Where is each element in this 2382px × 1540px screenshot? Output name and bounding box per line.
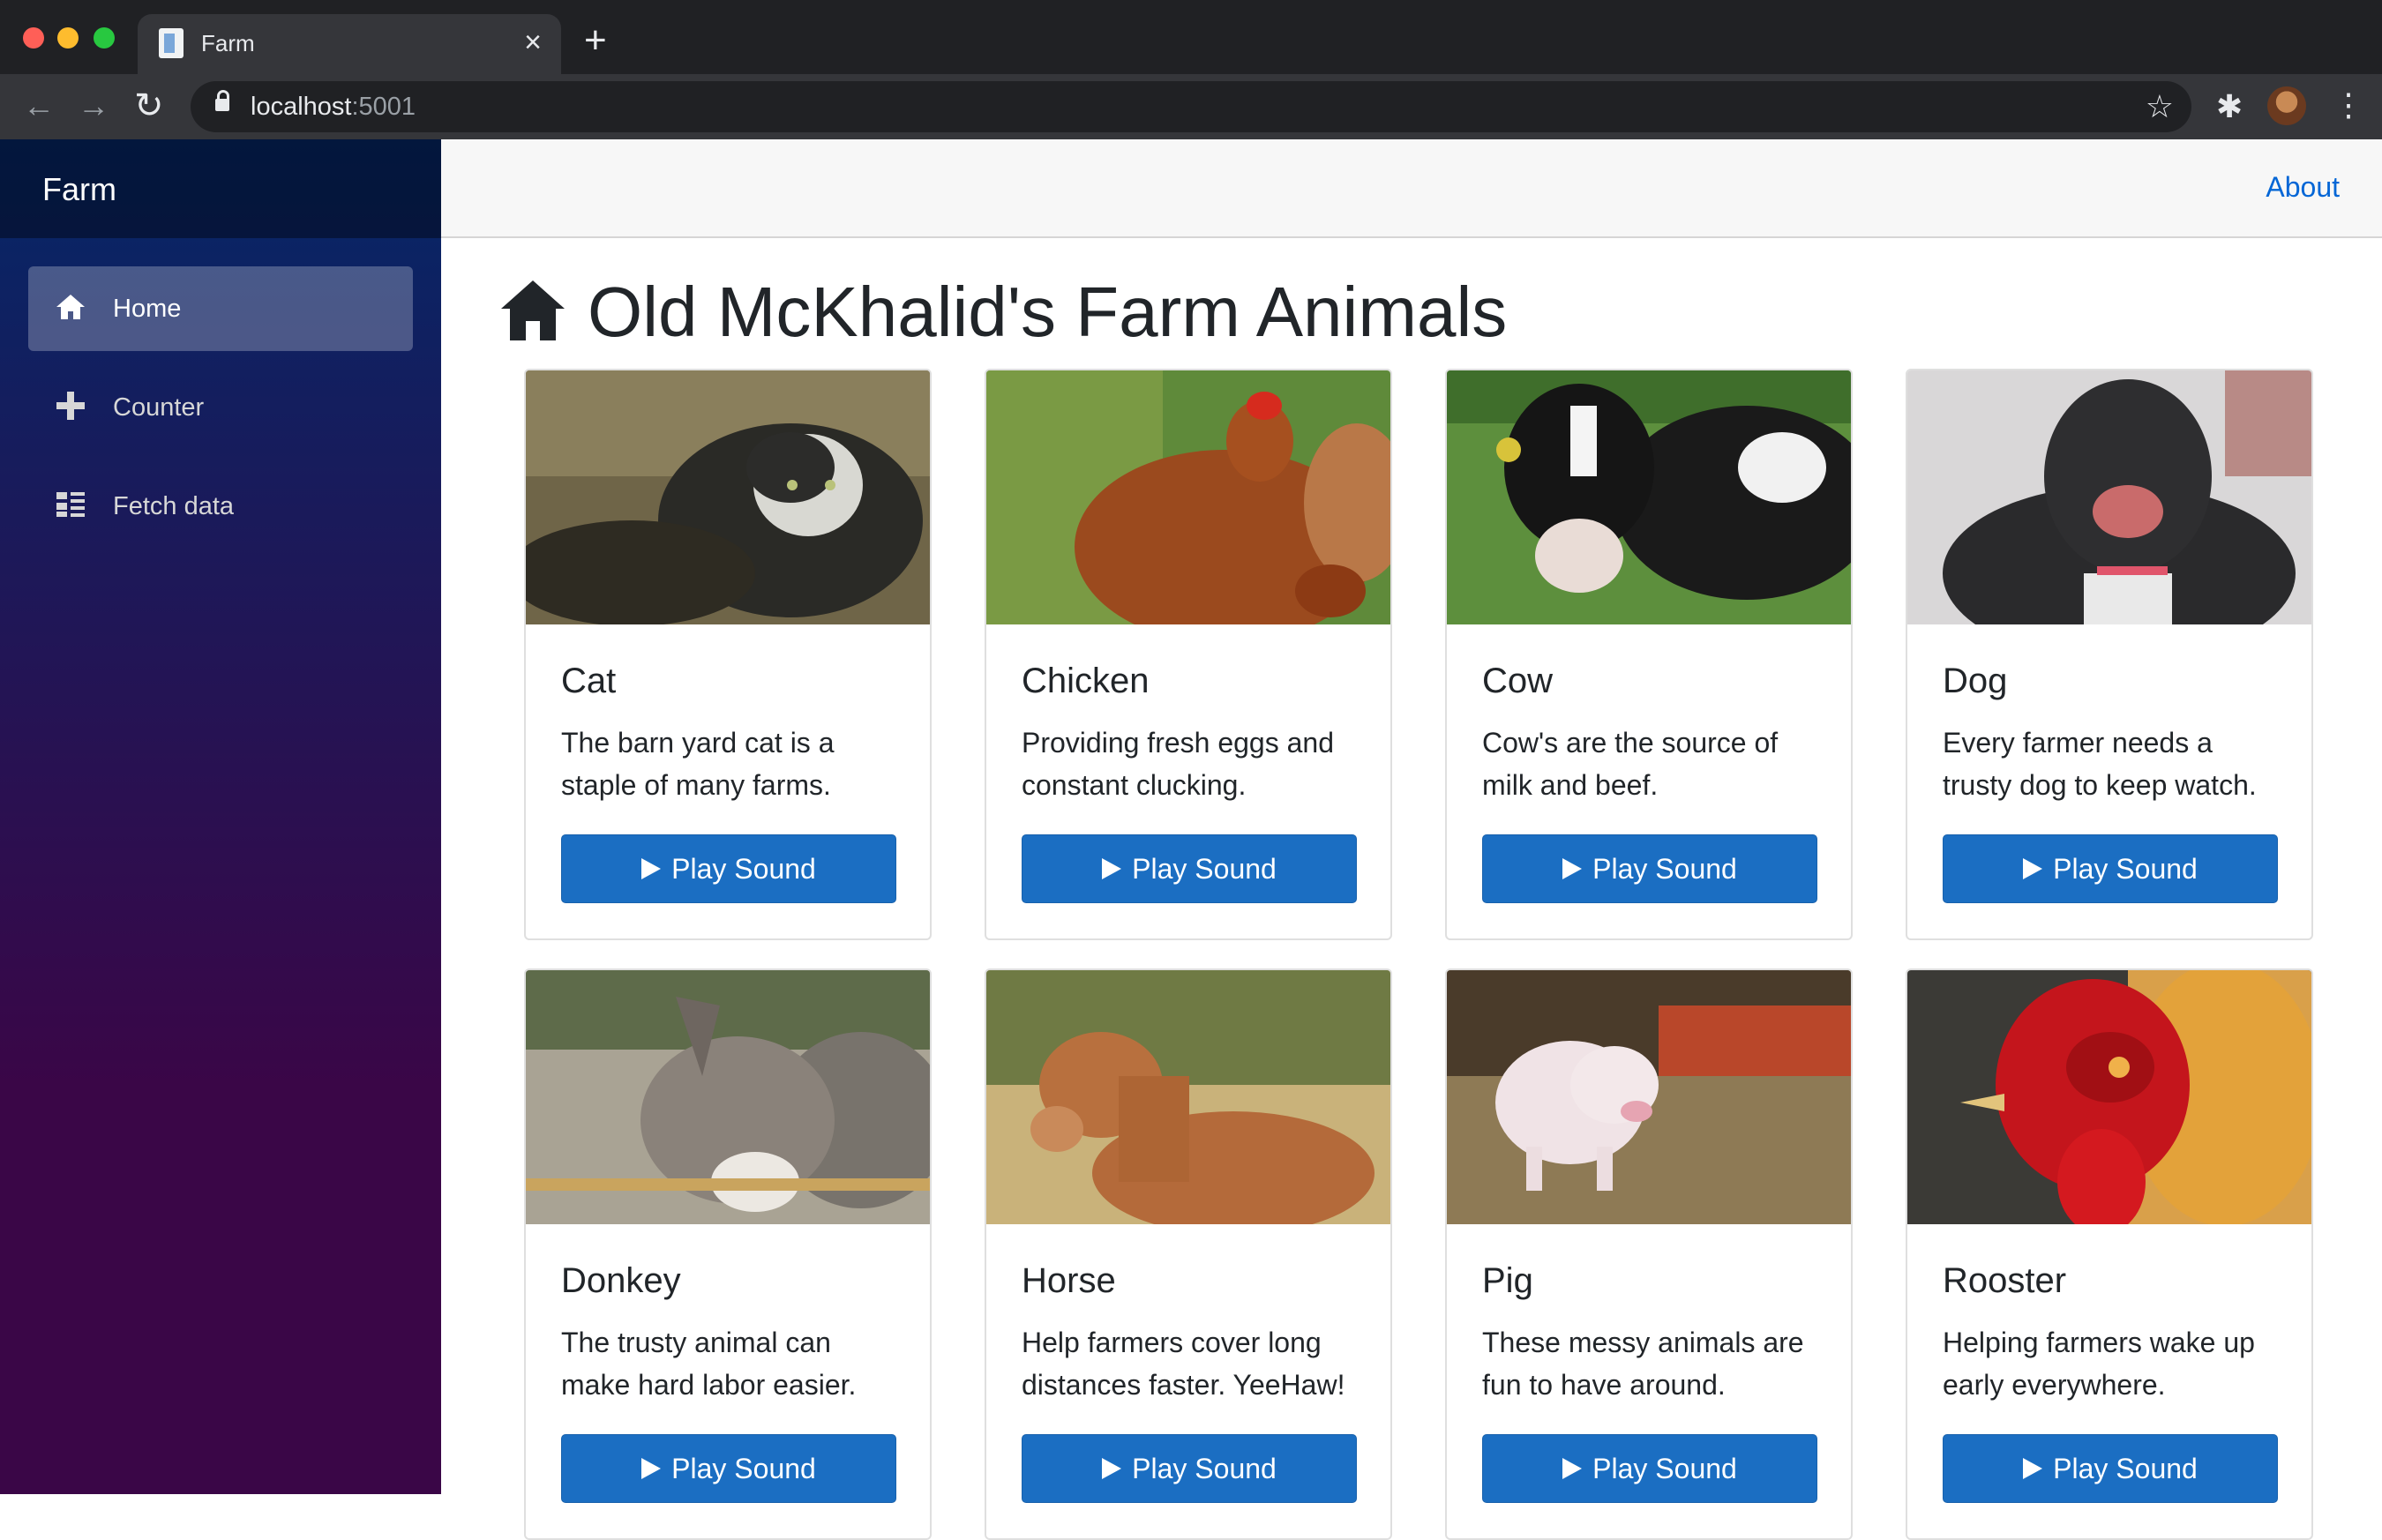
lock-icon[interactable] — [215, 90, 229, 111]
top-row: About — [441, 139, 2382, 238]
card-title: Rooster — [1943, 1261, 2067, 1300]
back-arrow-icon[interactable]: ← — [23, 85, 55, 127]
play-icon — [641, 1458, 662, 1479]
address-bar[interactable]: localhost:5001 ☆ — [191, 81, 2191, 132]
play-icon — [641, 858, 662, 879]
rooster-photo — [1907, 970, 2311, 1224]
extensions-puzzle-icon[interactable]: ✱ — [2216, 86, 2243, 127]
animal-card-horse: Horse Help farmers cover long distances … — [985, 968, 1392, 1540]
play-sound-button[interactable]: Play Sound — [1482, 834, 1817, 903]
app-brand[interactable]: Farm — [42, 171, 116, 208]
plus-icon — [56, 392, 85, 420]
play-sound-button[interactable]: Play Sound — [1943, 834, 2278, 903]
card-text: These messy animals are fun to have arou… — [1482, 1327, 1804, 1401]
pig-photo — [1447, 970, 1851, 1224]
browser-menu-kebab-icon[interactable]: ⋮ — [2333, 85, 2364, 125]
tab-title: Farm — [201, 30, 255, 56]
browser-tab[interactable]: Farm × — [138, 14, 561, 74]
card-title: Chicken — [1022, 662, 1150, 700]
play-icon — [1102, 1458, 1122, 1479]
card-text: Cow's are the source of milk and beef. — [1482, 727, 1779, 801]
card-text: Providing fresh eggs and constant clucki… — [1022, 727, 1334, 801]
animal-card-cow: Cow Cow's are the source of milk and bee… — [1445, 369, 1853, 940]
sidebar-brand-bar: Farm — [0, 139, 441, 238]
card-title: Cow — [1482, 662, 1554, 700]
list-icon — [56, 492, 85, 517]
animal-card-cat: Cat The barn yard cat is a staple of man… — [524, 369, 932, 940]
play-sound-button[interactable]: Play Sound — [1022, 834, 1357, 903]
sidebar-item-counter[interactable]: Counter — [28, 365, 413, 450]
about-link[interactable]: About — [2266, 171, 2340, 204]
chicken-photo — [986, 370, 1390, 624]
home-icon — [501, 280, 565, 340]
play-icon — [2023, 858, 2043, 879]
reload-icon[interactable]: ↻ — [134, 85, 164, 127]
card-text: Every farmer needs a trusty dog to keep … — [1943, 727, 2257, 801]
dog-photo — [1907, 370, 2311, 624]
maximize-window-button[interactable] — [94, 27, 115, 49]
animal-card-donkey: Donkey The trusty animal can make hard l… — [524, 968, 932, 1540]
cat-photo — [526, 370, 930, 624]
card-title: Horse — [1022, 1261, 1116, 1300]
play-sound-button[interactable]: Play Sound — [1482, 1434, 1817, 1503]
play-icon — [1562, 858, 1583, 879]
home-icon — [56, 295, 85, 319]
sidebar: Farm Home Counter Fetch data — [0, 139, 441, 1494]
close-window-button[interactable] — [23, 27, 44, 49]
play-sound-button[interactable]: Play Sound — [1943, 1434, 2278, 1503]
sidebar-item-label: Counter — [113, 393, 205, 422]
card-text: The barn yard cat is a staple of many fa… — [561, 727, 835, 801]
url-text[interactable]: localhost:5001 — [251, 93, 416, 122]
sidebar-item-label: Home — [113, 295, 182, 323]
card-title: Cat — [561, 662, 617, 700]
profile-avatar-icon[interactable] — [2267, 86, 2306, 125]
cow-photo — [1447, 370, 1851, 624]
animal-card-pig: Pig These messy animals are fun to have … — [1445, 968, 1853, 1540]
sidebar-item-label: Fetch data — [113, 492, 235, 520]
animal-card-dog: Dog Every farmer needs a trusty dog to k… — [1906, 369, 2313, 940]
tab-strip: Farm × + — [0, 0, 2382, 74]
bookmark-star-icon[interactable]: ☆ — [2146, 86, 2174, 127]
play-icon — [1102, 858, 1122, 879]
close-tab-icon[interactable]: × — [524, 25, 542, 60]
animal-card-rooster: Rooster Helping farmers wake up early ev… — [1906, 968, 2313, 1540]
card-text: The trusty animal can make hard labor ea… — [561, 1327, 857, 1401]
play-sound-button[interactable]: Play Sound — [561, 834, 896, 903]
sidebar-item-home[interactable]: Home — [28, 266, 413, 351]
play-sound-button[interactable]: Play Sound — [561, 1434, 896, 1503]
card-text: Helping farmers wake up early everywhere… — [1943, 1327, 2255, 1401]
minimize-window-button[interactable] — [57, 27, 79, 49]
card-title: Dog — [1943, 662, 2008, 700]
play-icon — [1562, 1458, 1583, 1479]
play-sound-button[interactable]: Play Sound — [1022, 1434, 1357, 1503]
forward-arrow-icon[interactable]: → — [78, 85, 109, 127]
new-tab-icon[interactable]: + — [584, 19, 607, 62]
horse-photo — [986, 970, 1390, 1224]
page-favicon-icon — [159, 28, 184, 58]
play-icon — [2023, 1458, 2043, 1479]
donkey-photo — [526, 970, 930, 1224]
card-title: Donkey — [561, 1261, 681, 1300]
page-title: Old McKhalid's Farm Animals — [588, 273, 1508, 351]
card-text: Help farmers cover long distances faster… — [1022, 1327, 1345, 1401]
browser-chrome: Farm × + ← → ↻ localhost:5001 ☆ ✱ ⋮ — [0, 0, 2382, 139]
sidebar-item-fetch-data[interactable]: Fetch data — [28, 464, 413, 549]
card-title: Pig — [1482, 1261, 1533, 1300]
animal-card-chicken: Chicken Providing fresh eggs and constan… — [985, 369, 1392, 940]
browser-toolbar: ← → ↻ localhost:5001 ☆ ✱ ⋮ — [0, 74, 2382, 139]
